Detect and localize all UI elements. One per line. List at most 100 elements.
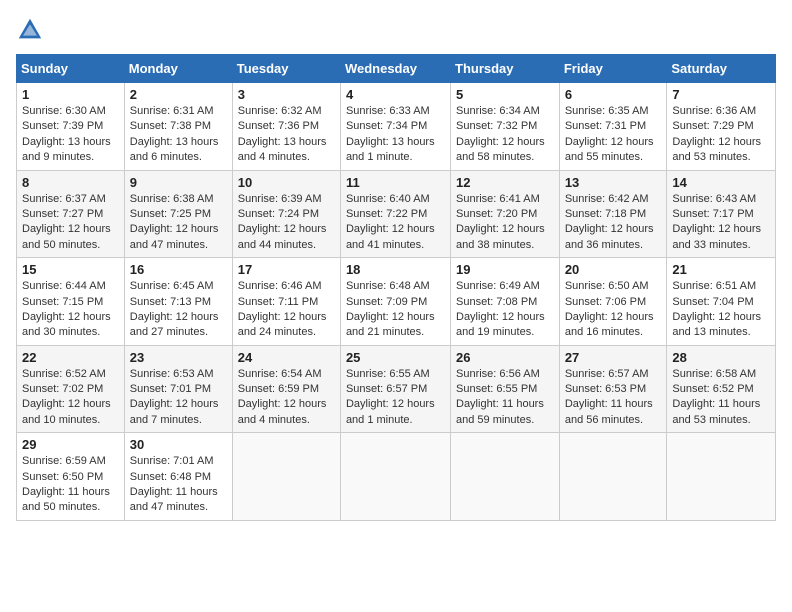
calendar-day-cell: 1 Sunrise: 6:30 AMSunset: 7:39 PMDaylight… <box>17 83 125 171</box>
day-info: Sunrise: 6:45 AMSunset: 7:13 PMDaylight:… <box>130 280 219 338</box>
day-number: 13 <box>565 175 662 190</box>
day-number: 25 <box>346 350 445 365</box>
calendar-day-cell: 13 Sunrise: 6:42 AMSunset: 7:18 PMDayligh… <box>559 170 667 258</box>
day-number: 5 <box>456 87 554 102</box>
calendar-week-row: 22 Sunrise: 6:52 AMSunset: 7:02 PMDayligh… <box>17 345 776 433</box>
calendar-day-cell: 25Sunrise: 6:55 AMSunset: 6:57 PMDayligh… <box>340 345 450 433</box>
weekday-row: SundayMondayTuesdayWednesdayThursdayFrid… <box>17 55 776 83</box>
calendar-day-cell <box>559 433 667 521</box>
day-number: 28 <box>672 350 770 365</box>
calendar-week-row: 15 Sunrise: 6:44 AMSunset: 7:15 PMDayligh… <box>17 258 776 346</box>
day-number: 18 <box>346 262 445 277</box>
day-info: Sunrise: 6:53 AMSunset: 7:01 PMDaylight:… <box>130 368 219 426</box>
day-info: Sunrise: 6:46 AMSunset: 7:11 PMDaylight:… <box>238 280 327 338</box>
day-number: 23 <box>130 350 227 365</box>
day-number: 9 <box>130 175 227 190</box>
day-info: Sunrise: 6:58 AMSunset: 6:52 PMDaylight:… <box>672 368 760 426</box>
day-info: Sunrise: 6:38 AMSunset: 7:25 PMDaylight:… <box>130 193 219 251</box>
weekday-header: Friday <box>559 55 667 83</box>
day-number: 4 <box>346 87 445 102</box>
calendar-day-cell: 6 Sunrise: 6:35 AMSunset: 7:31 PMDaylight… <box>559 83 667 171</box>
calendar-day-cell: 2Sunrise: 6:31 AMSunset: 7:38 PMDaylight… <box>124 83 232 171</box>
day-info: Sunrise: 6:48 AMSunset: 7:09 PMDaylight:… <box>346 280 435 338</box>
day-number: 29 <box>22 437 119 452</box>
day-info: Sunrise: 6:57 AMSunset: 6:53 PMDaylight:… <box>565 368 653 426</box>
day-info: Sunrise: 6:31 AMSunset: 7:38 PMDaylight:… <box>130 105 219 163</box>
weekday-header: Monday <box>124 55 232 83</box>
day-info: Sunrise: 6:54 AMSunset: 6:59 PMDaylight:… <box>238 368 327 426</box>
day-info: Sunrise: 6:35 AMSunset: 7:31 PMDaylight:… <box>565 105 654 163</box>
calendar-day-cell <box>232 433 340 521</box>
calendar-day-cell: 3 Sunrise: 6:32 AMSunset: 7:36 PMDaylight… <box>232 83 340 171</box>
day-info: Sunrise: 6:30 AMSunset: 7:39 PMDaylight:… <box>22 105 111 163</box>
day-number: 10 <box>238 175 335 190</box>
calendar-week-row: 29 Sunrise: 6:59 AMSunset: 6:50 PMDayligh… <box>17 433 776 521</box>
day-info: Sunrise: 6:36 AMSunset: 7:29 PMDaylight:… <box>672 105 761 163</box>
day-number: 21 <box>672 262 770 277</box>
weekday-header: Saturday <box>667 55 776 83</box>
calendar-week-row: 8 Sunrise: 6:37 AMSunset: 7:27 PMDaylight… <box>17 170 776 258</box>
day-info: Sunrise: 6:40 AMSunset: 7:22 PMDaylight:… <box>346 193 435 251</box>
day-info: Sunrise: 6:44 AMSunset: 7:15 PMDaylight:… <box>22 280 111 338</box>
day-number: 6 <box>565 87 662 102</box>
day-number: 14 <box>672 175 770 190</box>
day-number: 27 <box>565 350 662 365</box>
day-info: Sunrise: 6:33 AMSunset: 7:34 PMDaylight:… <box>346 105 435 163</box>
calendar-day-cell: 30 Sunrise: 7:01 AMSunset: 6:48 PMDayligh… <box>124 433 232 521</box>
day-info: Sunrise: 6:43 AMSunset: 7:17 PMDaylight:… <box>672 193 761 251</box>
calendar-day-cell: 18 Sunrise: 6:48 AMSunset: 7:09 PMDayligh… <box>340 258 450 346</box>
day-info: Sunrise: 6:41 AMSunset: 7:20 PMDaylight:… <box>456 193 545 251</box>
weekday-header: Tuesday <box>232 55 340 83</box>
day-number: 24 <box>238 350 335 365</box>
calendar-table: SundayMondayTuesdayWednesdayThursdayFrid… <box>16 54 776 521</box>
day-info: Sunrise: 7:01 AMSunset: 6:48 PMDaylight:… <box>130 455 218 513</box>
calendar-day-cell: 16Sunrise: 6:45 AMSunset: 7:13 PMDayligh… <box>124 258 232 346</box>
day-number: 19 <box>456 262 554 277</box>
calendar-day-cell: 7 Sunrise: 6:36 AMSunset: 7:29 PMDaylight… <box>667 83 776 171</box>
calendar-day-cell: 29 Sunrise: 6:59 AMSunset: 6:50 PMDayligh… <box>17 433 125 521</box>
day-number: 7 <box>672 87 770 102</box>
day-number: 30 <box>130 437 227 452</box>
day-info: Sunrise: 6:50 AMSunset: 7:06 PMDaylight:… <box>565 280 654 338</box>
logo-icon <box>16 16 44 44</box>
weekday-header: Thursday <box>451 55 560 83</box>
day-number: 15 <box>22 262 119 277</box>
calendar-day-cell: 8 Sunrise: 6:37 AMSunset: 7:27 PMDaylight… <box>17 170 125 258</box>
calendar-day-cell: 28 Sunrise: 6:58 AMSunset: 6:52 PMDayligh… <box>667 345 776 433</box>
day-info: Sunrise: 6:59 AMSunset: 6:50 PMDaylight:… <box>22 455 110 513</box>
calendar-day-cell: 23 Sunrise: 6:53 AMSunset: 7:01 PMDayligh… <box>124 345 232 433</box>
day-info: Sunrise: 6:52 AMSunset: 7:02 PMDaylight:… <box>22 368 111 426</box>
calendar-day-cell: 19 Sunrise: 6:49 AMSunset: 7:08 PMDayligh… <box>451 258 560 346</box>
day-number: 8 <box>22 175 119 190</box>
calendar-day-cell: 10 Sunrise: 6:39 AMSunset: 7:24 PMDayligh… <box>232 170 340 258</box>
calendar-day-cell: 21 Sunrise: 6:51 AMSunset: 7:04 PMDayligh… <box>667 258 776 346</box>
calendar-day-cell: 17 Sunrise: 6:46 AMSunset: 7:11 PMDayligh… <box>232 258 340 346</box>
day-info: Sunrise: 6:51 AMSunset: 7:04 PMDaylight:… <box>672 280 761 338</box>
day-info: Sunrise: 6:42 AMSunset: 7:18 PMDaylight:… <box>565 193 654 251</box>
logo <box>16 16 48 44</box>
day-number: 20 <box>565 262 662 277</box>
day-info: Sunrise: 6:32 AMSunset: 7:36 PMDaylight:… <box>238 105 327 163</box>
day-number: 17 <box>238 262 335 277</box>
day-info: Sunrise: 6:34 AMSunset: 7:32 PMDaylight:… <box>456 105 545 163</box>
calendar-day-cell: 9 Sunrise: 6:38 AMSunset: 7:25 PMDaylight… <box>124 170 232 258</box>
day-info: Sunrise: 6:39 AMSunset: 7:24 PMDaylight:… <box>238 193 327 251</box>
calendar-day-cell: 26Sunrise: 6:56 AMSunset: 6:55 PMDayligh… <box>451 345 560 433</box>
calendar-day-cell: 20 Sunrise: 6:50 AMSunset: 7:06 PMDayligh… <box>559 258 667 346</box>
day-number: 1 <box>22 87 119 102</box>
calendar-day-cell: 27 Sunrise: 6:57 AMSunset: 6:53 PMDayligh… <box>559 345 667 433</box>
calendar-day-cell <box>667 433 776 521</box>
calendar-week-row: 1 Sunrise: 6:30 AMSunset: 7:39 PMDaylight… <box>17 83 776 171</box>
calendar-header: SundayMondayTuesdayWednesdayThursdayFrid… <box>17 55 776 83</box>
day-info: Sunrise: 6:37 AMSunset: 7:27 PMDaylight:… <box>22 193 111 251</box>
calendar-day-cell: 4 Sunrise: 6:33 AMSunset: 7:34 PMDaylight… <box>340 83 450 171</box>
day-number: 3 <box>238 87 335 102</box>
day-number: 22 <box>22 350 119 365</box>
calendar-day-cell: 11Sunrise: 6:40 AMSunset: 7:22 PMDayligh… <box>340 170 450 258</box>
calendar-body: 1 Sunrise: 6:30 AMSunset: 7:39 PMDaylight… <box>17 83 776 521</box>
calendar-day-cell <box>340 433 450 521</box>
day-info: Sunrise: 6:49 AMSunset: 7:08 PMDaylight:… <box>456 280 545 338</box>
weekday-header: Wednesday <box>340 55 450 83</box>
weekday-header: Sunday <box>17 55 125 83</box>
calendar-day-cell: 22 Sunrise: 6:52 AMSunset: 7:02 PMDayligh… <box>17 345 125 433</box>
